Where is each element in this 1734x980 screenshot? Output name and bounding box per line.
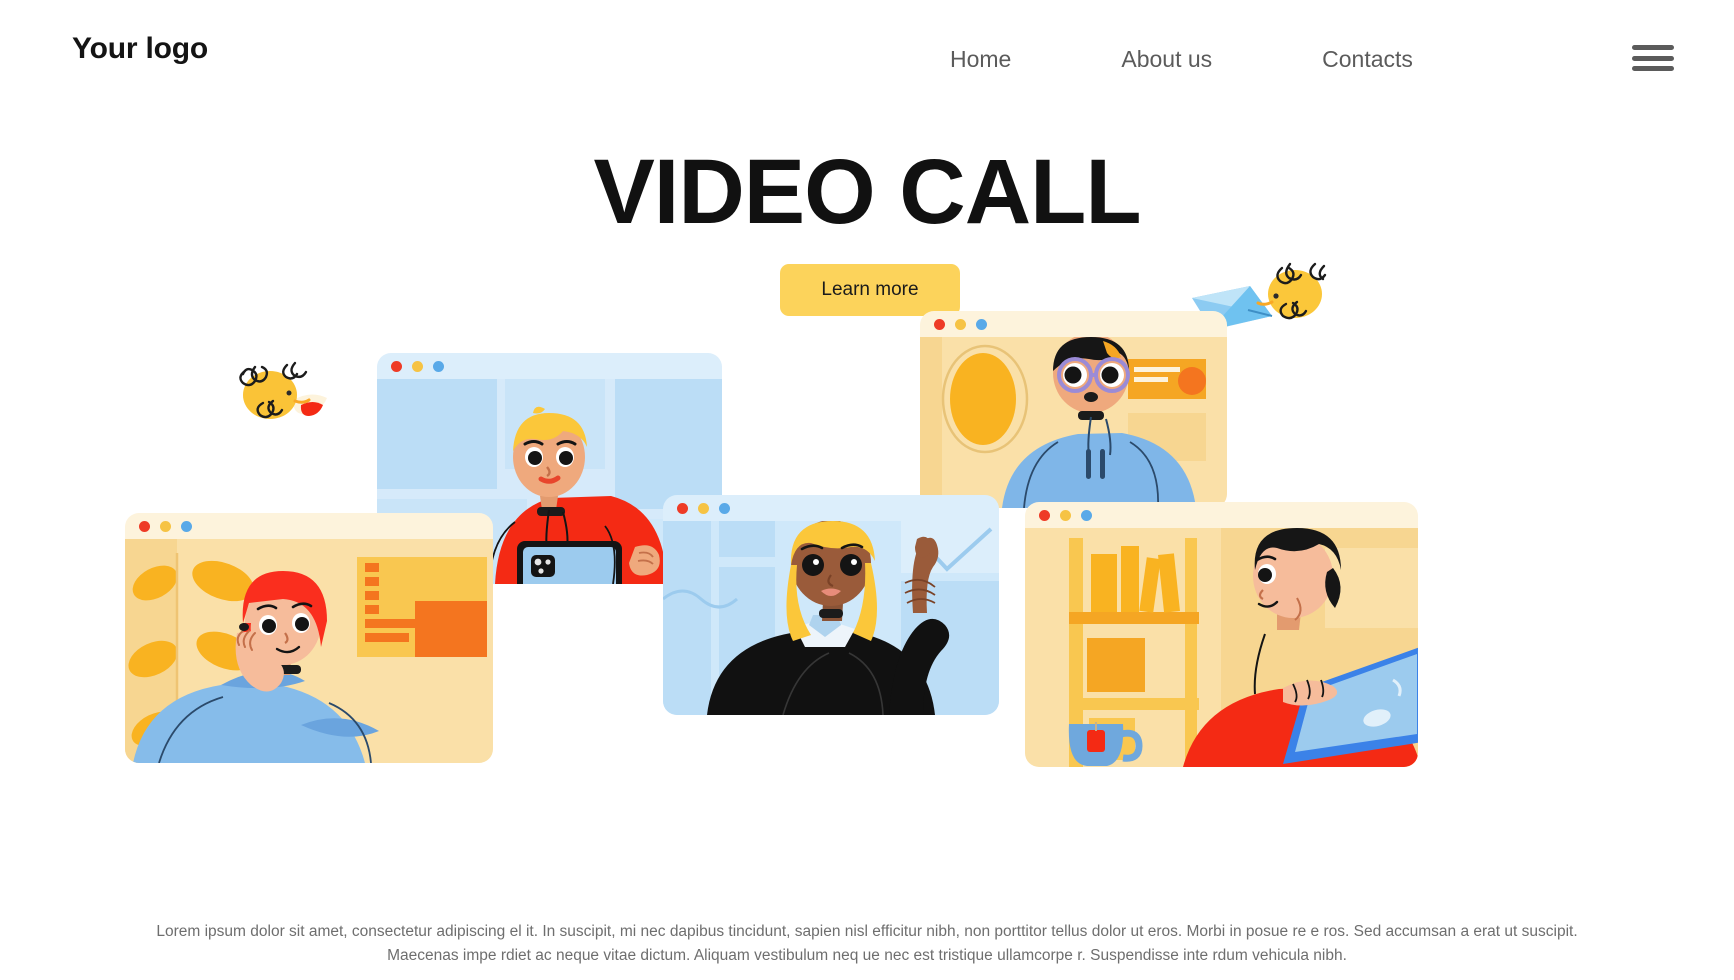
learn-more-button[interactable]: Learn more [780, 264, 960, 316]
window-minimize-dot[interactable] [160, 520, 171, 532]
nav-item-about-us[interactable]: About us [1121, 46, 1212, 73]
window-title-bar [920, 311, 1227, 337]
hamburger-bar-3 [1632, 66, 1674, 71]
panel-video-feed [920, 337, 1227, 508]
window-maximize-dot[interactable] [181, 520, 192, 532]
window-title-bar [125, 513, 493, 539]
hamburger-bar-1 [1632, 45, 1674, 50]
window-title-bar [1025, 502, 1418, 528]
window-maximize-dot[interactable] [976, 318, 987, 330]
window-title-bar [377, 353, 722, 379]
video-call-panel-blonde-woman[interactable] [663, 495, 999, 715]
video-call-panel-man-laptop[interactable] [1025, 502, 1418, 767]
bee-with-letter-icon [239, 361, 327, 419]
nav-item-home[interactable]: Home [950, 46, 1011, 73]
window-close-dot[interactable] [934, 318, 945, 330]
hamburger-menu-icon[interactable] [1632, 42, 1674, 74]
panel-video-feed [663, 521, 999, 715]
window-minimize-dot[interactable] [698, 502, 709, 514]
page-title: VIDEO CALL [593, 141, 1141, 243]
site-header: Your logo Home About us Contacts [0, 0, 1734, 108]
window-maximize-dot[interactable] [719, 502, 730, 514]
window-close-dot[interactable] [1039, 509, 1050, 521]
video-call-panel-red-hair-woman[interactable] [125, 513, 493, 763]
window-maximize-dot[interactable] [1081, 509, 1092, 521]
hamburger-bar-2 [1632, 55, 1674, 61]
window-minimize-dot[interactable] [1060, 509, 1071, 521]
nav-item-contacts[interactable]: Contacts [1322, 46, 1413, 73]
video-call-panel-glasses-boy[interactable] [920, 311, 1227, 508]
window-minimize-dot[interactable] [412, 360, 423, 372]
window-title-bar [663, 495, 999, 521]
footer-paragraph: Lorem ipsum dolor sit amet, consectetur … [156, 923, 1578, 965]
window-minimize-dot[interactable] [955, 318, 966, 330]
window-close-dot[interactable] [139, 520, 150, 532]
panel-video-feed [1025, 528, 1418, 767]
panel-video-feed [125, 539, 493, 763]
window-close-dot[interactable] [677, 502, 688, 514]
window-close-dot[interactable] [391, 360, 402, 372]
window-maximize-dot[interactable] [433, 360, 444, 372]
site-logo[interactable]: Your logo [72, 32, 208, 66]
main-navigation: Home About us Contacts [950, 46, 1413, 73]
